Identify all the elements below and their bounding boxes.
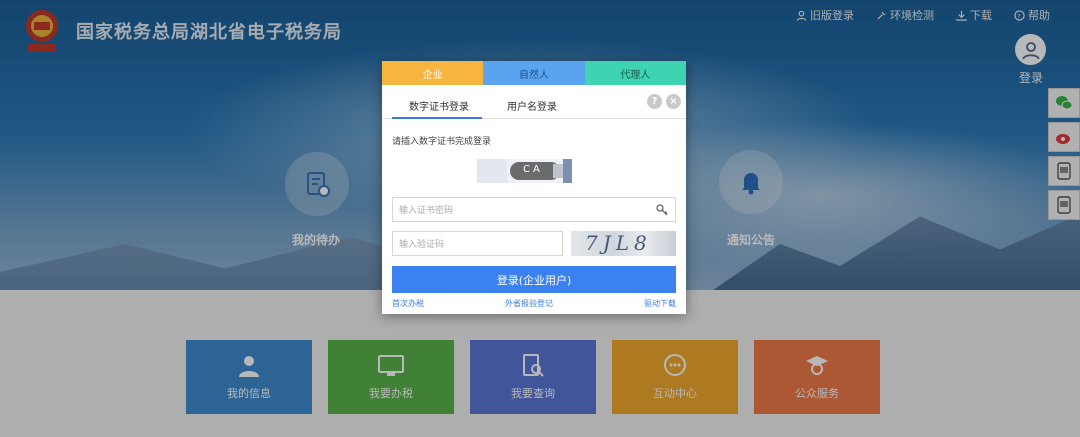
close-icon[interactable]: × — [666, 94, 681, 109]
captcha-image[interactable]: 7JL8 — [571, 231, 676, 256]
login-submit-button[interactable]: 登录(企业用户) — [392, 266, 676, 293]
captcha-input[interactable]: 输入验证码 — [392, 231, 563, 256]
captcha-placeholder: 输入验证码 — [399, 240, 445, 250]
first-time-link[interactable]: 首次办税 — [392, 298, 424, 309]
tab-username-login[interactable]: 用户名登录 — [507, 98, 557, 113]
role-tabs: 企业 自然人 代理人 — [382, 61, 686, 85]
login-mode-tabs: 数字证书登录 用户名登录 ? × — [382, 85, 686, 119]
ca-label: CA — [523, 164, 543, 175]
tab-individual[interactable]: 自然人 — [483, 61, 585, 85]
active-tab-underline — [392, 117, 482, 119]
out-of-province-link[interactable]: 外省报验登记 — [505, 298, 553, 309]
key-icon — [656, 204, 668, 216]
driver-download-link[interactable]: 驱动下载 — [644, 298, 676, 309]
ca-certificate-graphic: CA — [477, 159, 572, 183]
tab-enterprise[interactable]: 企业 — [382, 61, 484, 85]
login-modal: 企业 自然人 代理人 数字证书登录 用户名登录 ? × 请插入数字证书完成登录 … — [382, 61, 686, 314]
tab-digital-certificate[interactable]: 数字证书登录 — [409, 98, 469, 113]
certificate-hint: 请插入数字证书完成登录 — [392, 137, 492, 147]
password-placeholder: 输入证书密码 — [399, 206, 454, 216]
tab-agent[interactable]: 代理人 — [584, 61, 686, 85]
help-icon[interactable]: ? — [647, 94, 662, 109]
certificate-password-input[interactable]: 输入证书密码 — [392, 197, 676, 222]
